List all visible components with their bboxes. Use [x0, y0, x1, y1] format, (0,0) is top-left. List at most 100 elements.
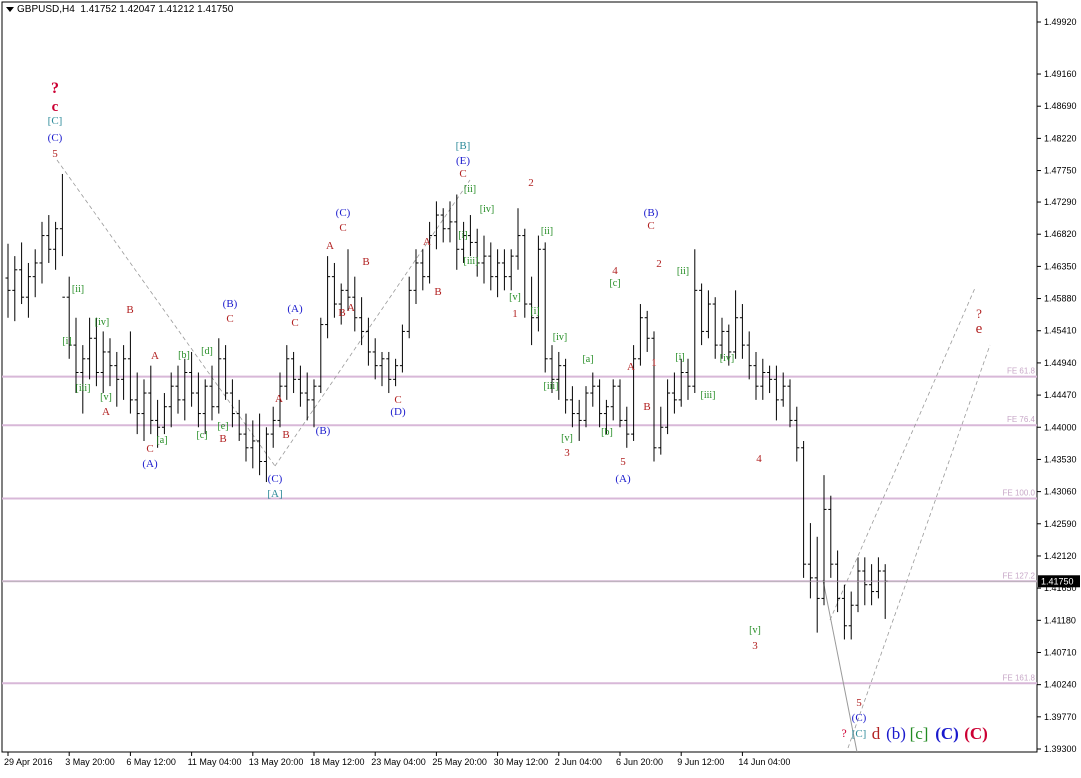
wave-label: A — [151, 350, 159, 362]
y-tick-label: 1.45880 — [1044, 294, 1077, 304]
y-tick-label: 1.45410 — [1044, 326, 1077, 336]
wave-label: [c] — [609, 278, 620, 289]
wave-label: [iv] — [553, 332, 567, 343]
fe-level-label: FE 61.8 — [1007, 367, 1036, 376]
wave-label: A — [326, 240, 334, 252]
wave-label: [iii] — [701, 390, 716, 401]
wave-label: [iv] — [95, 317, 109, 328]
wave-label: [iii] — [464, 256, 479, 267]
wave-label: C — [146, 443, 153, 455]
wave-label: 4 — [612, 265, 618, 277]
y-tick-label: 1.41180 — [1044, 615, 1076, 625]
chart-header: GBPUSD,H4 1.41752 1.42047 1.41212 1.4175… — [6, 4, 233, 15]
wave-label: 5 — [52, 148, 58, 160]
wave-label: B — [338, 307, 345, 319]
x-tick-label: 29 Apr 2016 — [4, 757, 53, 767]
wave-label: 2 — [528, 177, 534, 189]
wave-label: (A) — [142, 458, 158, 470]
wave-label: [e] — [217, 421, 228, 432]
fe-level-label: FE 127.2 — [1003, 571, 1036, 580]
x-tick-label: 18 May 12:00 — [310, 757, 365, 767]
price-chart[interactable]: FE 61.8 FE 76.4 FE 100.0 FE 127.2 FE 161.8 1… — [0, 0, 1081, 773]
wave-label: [ii] — [677, 266, 689, 277]
y-tick-label: 1.46350 — [1044, 261, 1077, 271]
y-tick-label: 1.39300 — [1044, 744, 1077, 754]
x-tick-label: 9 Jun 12:00 — [677, 757, 724, 767]
fe-level-label: FE 161.8 — [1003, 673, 1036, 682]
x-tick-label: 25 May 20:00 — [432, 757, 487, 767]
wave-label: (A) — [287, 303, 303, 315]
x-tick-label: 3 May 20:00 — [65, 757, 115, 767]
wave-label: (C) — [336, 207, 351, 219]
wave-label: (C) — [852, 712, 867, 724]
y-tick-label: 1.44000 — [1044, 422, 1077, 432]
y-tick-label: 1.47290 — [1044, 197, 1077, 207]
y-tick-label: 1.46820 — [1044, 229, 1077, 239]
y-tick-label: 1.49920 — [1044, 17, 1077, 27]
wave-label: [C] — [48, 115, 63, 127]
wave-label: B — [126, 304, 133, 316]
wave-label: [i] — [675, 352, 684, 363]
wave-label: [a] — [582, 354, 593, 365]
chart-area[interactable]: FE 61.8 FE 76.4 FE 100.0 FE 127.2 FE 161.8 1… — [0, 0, 1081, 773]
wave-label: (A) — [615, 473, 631, 485]
wave-label: C — [226, 313, 233, 325]
wave-label: [ii] — [72, 284, 84, 295]
wave-label: C — [394, 394, 401, 406]
wave-label: (E) — [456, 155, 470, 167]
x-tick-label: 2 Jun 04:00 — [555, 757, 602, 767]
wave-label: 1 — [651, 357, 657, 369]
x-tick-label: 11 May 04:00 — [188, 757, 242, 767]
x-tick-label: 13 May 20:00 — [249, 757, 304, 767]
x-tick-label: 23 May 04:00 — [371, 757, 426, 767]
wave-label: C — [291, 317, 298, 329]
wave-label: (C) — [48, 132, 63, 144]
wave-label: [v] — [100, 392, 112, 403]
collapse-arrow-icon[interactable] — [6, 6, 14, 12]
wave-label: 1 — [512, 308, 518, 320]
wave-label: B — [219, 433, 226, 445]
wave-label: 2 — [656, 258, 662, 270]
wave-label: 5 — [620, 456, 626, 468]
wave-label: [iii] — [76, 383, 91, 394]
symbol-label: GBPUSD,H4 — [17, 4, 75, 15]
wave-label: B — [362, 256, 369, 268]
wave-label: B — [434, 286, 441, 298]
wave-label: e — [976, 321, 983, 337]
y-tick-label: 1.39770 — [1044, 712, 1077, 722]
wave-label: (B) — [644, 207, 659, 219]
wave-label: C — [339, 222, 346, 234]
wave-label: A — [102, 406, 110, 418]
wave-label: B — [282, 429, 289, 441]
wave-label: [a] — [156, 435, 167, 446]
wave-label: d — [872, 724, 881, 743]
y-tick-label: 1.48690 — [1044, 101, 1077, 111]
x-tick-label: 14 Jun 04:00 — [738, 757, 790, 767]
y-tick-label: 1.42590 — [1044, 519, 1077, 529]
wave-label: [v] — [749, 625, 761, 636]
wave-label: 3 — [564, 447, 570, 459]
wave-label: A — [627, 361, 635, 373]
wave-label: (C) — [964, 724, 988, 743]
wave-label: ? — [51, 80, 59, 97]
current-price-label: 1.41750 — [1041, 576, 1074, 586]
x-tick-label: 6 May 12:00 — [126, 757, 176, 767]
wave-label: A — [423, 236, 431, 248]
wave-label: [b] — [601, 427, 613, 438]
wave-label: (C) — [935, 724, 959, 743]
wave-label: (D) — [390, 406, 406, 418]
fe-level-label: FE 76.4 — [1007, 415, 1036, 424]
wave-label: [iv] — [480, 204, 494, 215]
wave-label: C — [647, 220, 654, 232]
wave-label: [i] — [458, 230, 467, 241]
wave-label: [ii] — [464, 184, 476, 195]
ohlc-values: 1.41752 1.42047 1.41212 1.41750 — [80, 4, 234, 15]
wave-label: [A] — [267, 488, 282, 500]
wave-label: (B) — [316, 425, 331, 437]
wave-label: [c] — [910, 724, 929, 743]
wave-label: [d] — [201, 346, 213, 357]
wave-label: [b] — [178, 350, 190, 361]
wave-label: [iii] — [544, 381, 559, 392]
x-tick-label: 30 May 12:00 — [494, 757, 549, 767]
y-tick-label: 1.48220 — [1044, 133, 1077, 143]
